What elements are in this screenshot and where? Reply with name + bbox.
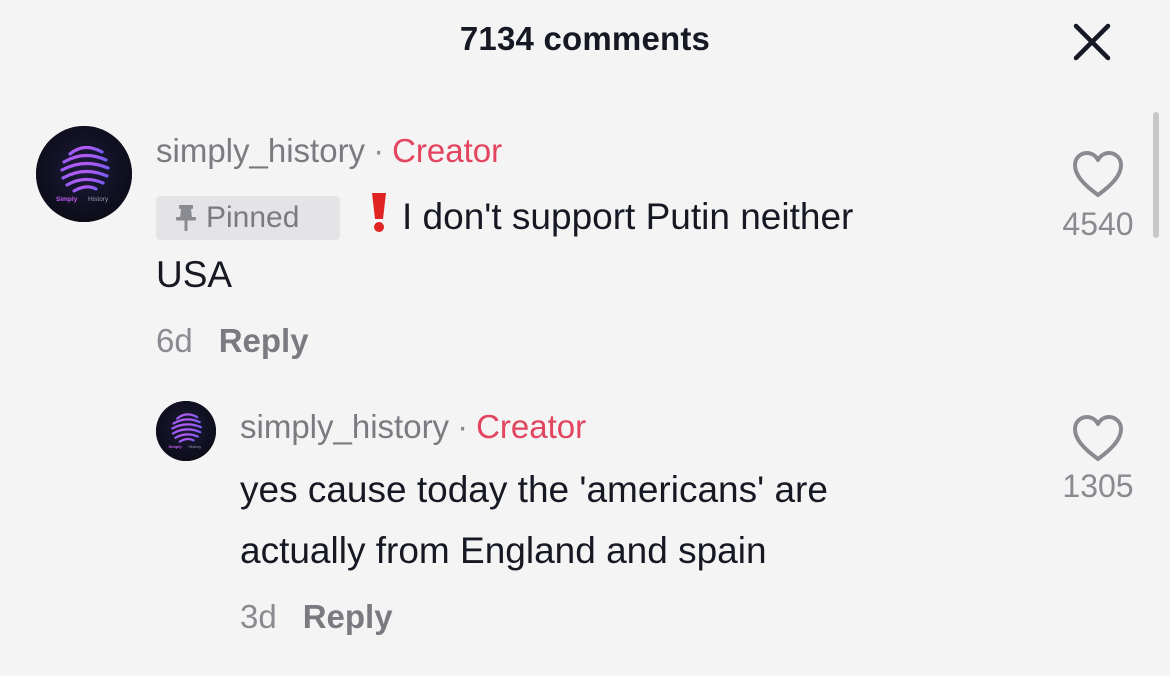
creator-badge: Creator — [392, 132, 503, 169]
comment-meta: simply_history · Creator — [240, 408, 586, 446]
heart-icon[interactable] — [1071, 150, 1125, 200]
like-count: 1305 — [1062, 468, 1134, 504]
comment-meta: simply_history · Creator — [156, 132, 502, 170]
creator-badge: Creator — [476, 408, 587, 445]
comment-text-line2: actually from England and spain — [240, 530, 767, 571]
avatar[interactable]: Simply History — [36, 126, 132, 222]
reply-button[interactable]: Reply — [303, 598, 393, 635]
comment-text: I don't support Putin neither — [368, 186, 853, 252]
pin-icon — [174, 203, 198, 233]
avatar-label-b: History — [88, 196, 109, 203]
like-group[interactable]: 4540 — [1048, 150, 1148, 243]
separator: · — [457, 408, 469, 445]
like-count: 4540 — [1062, 206, 1134, 242]
separator: · — [373, 132, 385, 169]
timestamp: 3d — [240, 598, 277, 635]
username[interactable]: simply_history — [156, 132, 365, 169]
exclamation-icon — [368, 190, 390, 252]
pinned-label: Pinned — [206, 201, 300, 234]
comment-text-line1: I don't support Putin neither — [402, 196, 854, 237]
avatar-label-a: Simply — [56, 196, 78, 203]
like-group[interactable]: 1305 — [1048, 414, 1148, 505]
close-icon — [1073, 23, 1111, 61]
timestamp: 6d — [156, 322, 193, 359]
comments-sheet: 7134 comments Simply History simply_hist… — [0, 0, 1170, 676]
avatar-label-b: History — [189, 444, 203, 449]
comment-footer: 3d Reply — [240, 598, 393, 636]
avatar[interactable]: Simply History — [156, 401, 216, 461]
pinned-badge: Pinned — [156, 196, 340, 240]
comments-count-title: 7134 comments — [459, 20, 711, 57]
comment-footer: 6d Reply — [156, 322, 309, 360]
close-button[interactable] — [1068, 18, 1116, 66]
heart-icon[interactable] — [1071, 414, 1125, 464]
comment-text-line1: yes cause today the 'americans' are — [240, 469, 828, 510]
username[interactable]: simply_history — [240, 408, 449, 445]
comment-text-line2: USA — [156, 254, 233, 295]
reply-button[interactable]: Reply — [219, 322, 309, 359]
scrollbar[interactable] — [1153, 112, 1159, 238]
avatar-label-a: Simply — [169, 444, 183, 449]
